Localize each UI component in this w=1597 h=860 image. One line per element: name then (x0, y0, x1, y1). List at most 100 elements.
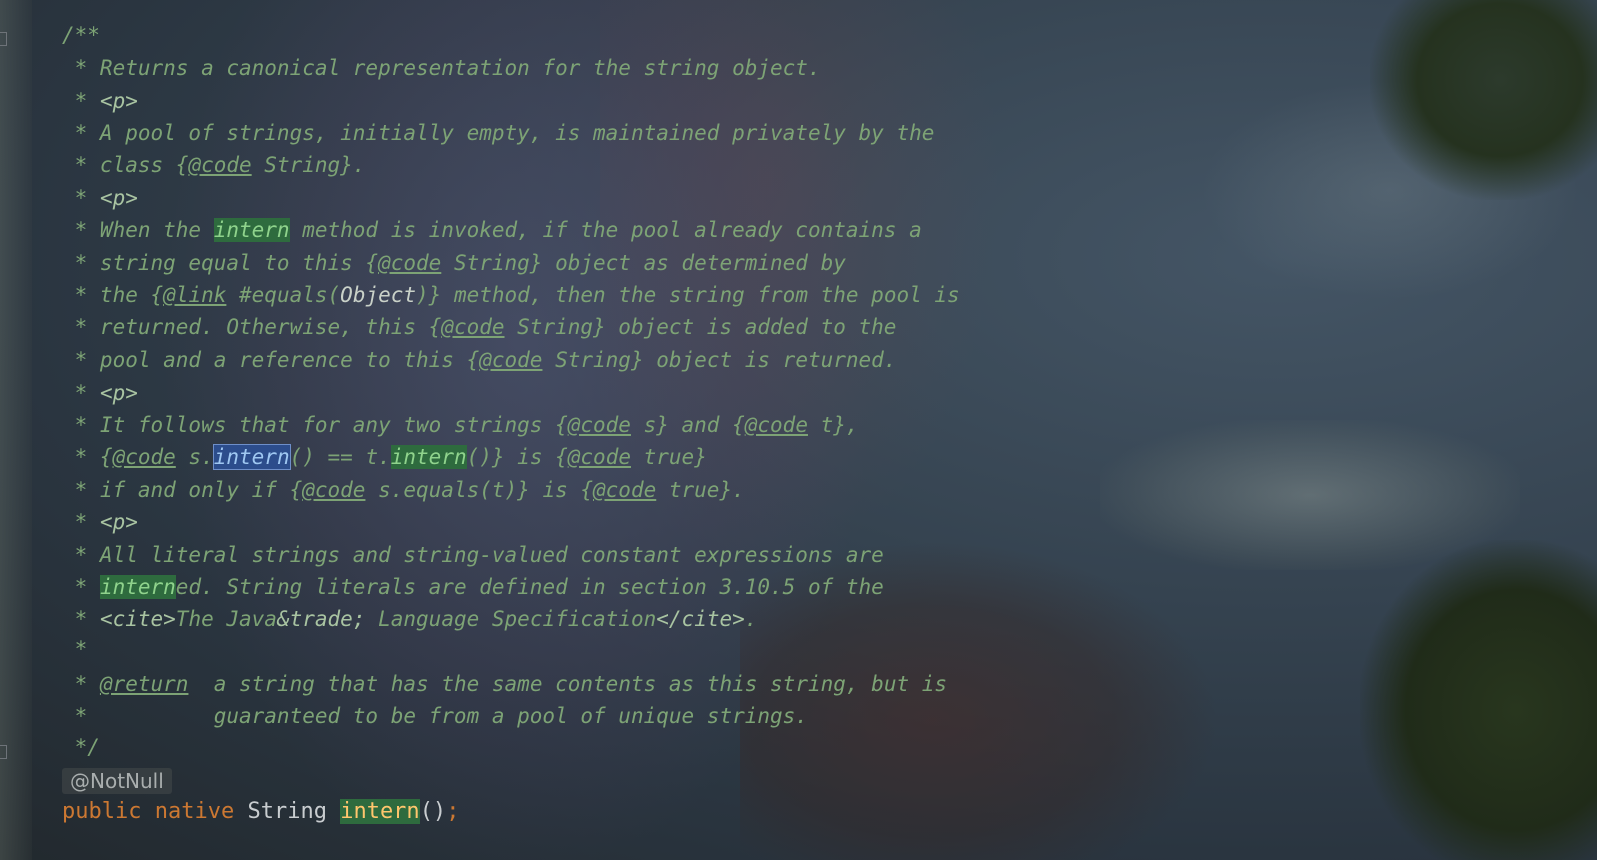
doc-text: * (62, 637, 88, 661)
fold-marker-icon[interactable] (0, 32, 7, 46)
search-highlight[interactable]: intern (99, 575, 176, 599)
doc-text: * guaranteed to be from a pool of unique… (62, 704, 808, 728)
doc-text: String} object is added to the (504, 315, 897, 339)
doc-text: /** (62, 23, 100, 47)
javadoc-tag: @code (479, 348, 543, 372)
javadoc-tag: @code (567, 413, 631, 437)
method-name[interactable]: intern (340, 799, 420, 824)
doc-comment-line: * interned. String literals are defined … (62, 572, 884, 602)
doc-text: * All literal strings and string-valued … (62, 543, 884, 567)
doc-text: String}. (251, 153, 366, 177)
parentheses: () (419, 799, 447, 824)
html-tag: <cite> (99, 607, 176, 631)
javadoc-tag: @link (163, 283, 227, 307)
search-highlight[interactable]: intern (390, 445, 467, 469)
doc-comment-line: * <p> (62, 507, 138, 537)
doc-text: * (62, 510, 100, 534)
doc-text: t}, (807, 413, 859, 437)
doc-text: s.equals(t)} is { (365, 478, 594, 502)
doc-comment-line: * the {@link #equals(Object)} method, th… (62, 280, 960, 310)
return-type[interactable]: String (247, 799, 326, 824)
doc-comment-line: * When the intern method is invoked, if … (62, 215, 922, 245)
html-entity: &trade; (276, 607, 366, 631)
doc-text: true}. (656, 478, 745, 502)
doc-text: method is invoked, if the pool already c… (289, 218, 922, 242)
doc-text: String} object as determined by (441, 251, 846, 275)
doc-comment-line: * guaranteed to be from a pool of unique… (62, 701, 808, 731)
doc-text: s} and { (630, 413, 745, 437)
code-editor[interactable]: /** * Returns a canonical representation… (0, 0, 1597, 860)
doc-text: * the { (62, 283, 164, 307)
javadoc-tag: @code (593, 478, 657, 502)
doc-comment-line: /** (62, 20, 100, 50)
html-tag: </cite> (656, 607, 745, 631)
semicolon: ; (446, 799, 460, 824)
html-tag: <p> (99, 381, 138, 405)
javadoc-tag: @return (99, 672, 189, 696)
doc-comment-line: * (62, 634, 88, 664)
doc-text: * It follows that for any two strings { (62, 413, 568, 437)
javadoc-tag: @code (378, 251, 442, 275)
doc-comment-line: * <p> (62, 378, 138, 408)
doc-comment-line: * pool and a reference to this {@code St… (62, 345, 897, 375)
doc-text: String} object is returned. (542, 348, 897, 372)
doc-comment-line: * All literal strings and string-valued … (62, 540, 884, 570)
keyword-native: native (154, 799, 235, 824)
doc-comment-line: * @return a string that has the same con… (62, 669, 947, 699)
doc-comment-line: * <p> (62, 86, 138, 116)
doc-text: * Returns a canonical representation for… (62, 56, 821, 80)
doc-comment-line: * A pool of strings, initially empty, is… (62, 118, 935, 148)
doc-comment-line: */ (62, 732, 100, 762)
doc-text: * (62, 381, 100, 405)
doc-comment-line: * returned. Otherwise, this {@code Strin… (62, 312, 897, 342)
inlay-annotation-hint[interactable]: @NotNull (62, 768, 172, 794)
doc-comment-line: * It follows that for any two strings {@… (62, 410, 859, 440)
doc-text: * When the (62, 218, 214, 242)
search-highlight[interactable]: intern (213, 218, 290, 242)
doc-text: ()} is { (466, 445, 568, 469)
selected-occurrence[interactable]: intern (212, 444, 291, 470)
doc-comment-line: * <cite>The Java&trade; Language Specifi… (62, 604, 758, 634)
doc-text: The Java (175, 607, 277, 631)
doc-comment-line: * string equal to this {@code String} ob… (62, 248, 846, 278)
javadoc-tag: @code (188, 153, 252, 177)
doc-text: () == t. (289, 445, 391, 469)
javadoc-tag: @code (567, 445, 631, 469)
doc-text: * (62, 186, 100, 210)
doc-text: * (62, 575, 100, 599)
html-tag: <p> (99, 510, 138, 534)
doc-text: ed. String literals are defined in secti… (175, 575, 884, 599)
doc-text: * { (62, 445, 113, 469)
doc-text: */ (62, 735, 100, 759)
doc-text: * (62, 672, 100, 696)
doc-text: #equals( (226, 283, 341, 307)
doc-text: * returned. Otherwise, this { (62, 315, 442, 339)
doc-text: . (744, 607, 758, 631)
doc-comment-line: * <p> (62, 183, 138, 213)
doc-text: a string that has the same contents as t… (188, 672, 948, 696)
doc-text: * if and only if { (62, 478, 303, 502)
doc-text: true} (630, 445, 707, 469)
doc-comment-line: * {@code s.intern() == t.intern()} is {@… (62, 442, 707, 472)
javadoc-tag: @code (112, 445, 176, 469)
doc-text: * (62, 89, 100, 113)
javadoc-tag: @code (744, 413, 808, 437)
doc-comment-line: * class {@code String}. (62, 150, 366, 180)
keyword-public: public (62, 799, 142, 824)
doc-text: * pool and a reference to this { (62, 348, 480, 372)
method-declaration-line: public native String intern(); (62, 796, 459, 828)
javadoc-tag: @code (302, 478, 366, 502)
doc-text: * class { (62, 153, 189, 177)
html-tag: <p> (99, 89, 138, 113)
doc-text: )} method, then the string from the pool… (416, 283, 960, 307)
doc-text: * (62, 607, 100, 631)
html-tag: <p> (99, 186, 138, 210)
fold-marker-icon[interactable] (0, 745, 7, 759)
doc-text: s. (175, 445, 214, 469)
doc-text: * string equal to this { (62, 251, 379, 275)
doc-text: * A pool of strings, initially empty, is… (62, 121, 935, 145)
doc-comment-line: * if and only if {@code s.equals(t)} is … (62, 475, 745, 505)
doc-comment-line: * Returns a canonical representation for… (62, 53, 821, 83)
type-reference-link[interactable]: Object (340, 283, 416, 307)
javadoc-tag: @code (441, 315, 505, 339)
